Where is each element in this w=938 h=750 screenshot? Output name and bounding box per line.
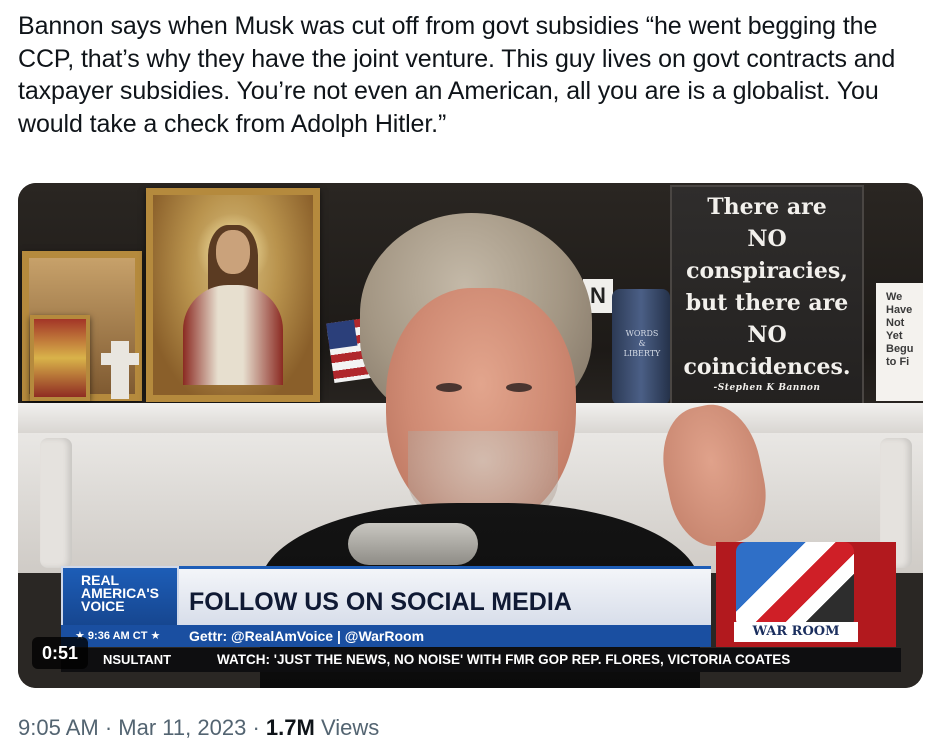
social-handles: Gettr: @RealAmVoice | @WarRoom [179,625,711,647]
painting-robe [183,285,283,385]
sign-line: coincidences. [683,354,851,380]
sign-line: NO [747,322,787,348]
sign-line: but there are [685,290,849,316]
tweet-metadata: 9:05 AM · Mar 11, 2023 · 1.7M Views [18,715,379,741]
mug-text: WORDS & LIBERTY [623,329,661,358]
views-label[interactable]: Views [321,715,379,740]
sign-line: conspiracies, [686,258,848,284]
network-logo-line: VOICE [81,598,125,614]
views-count[interactable]: 1.7M [266,715,315,740]
separator-dot: · [252,715,260,740]
video-duration-badge: 0:51 [32,637,89,669]
small-sign-line: Yet [886,330,903,342]
small-sign-line: Begu [886,343,914,355]
separator-dot: · [104,715,113,740]
video-player[interactable]: N WORDS & LIBERTY There are NO conspirac… [18,183,923,688]
eagle-flag-icon [736,542,854,624]
small-sign: We Have Not Yet Begu to Fi [876,283,923,401]
mug: WORDS & LIBERTY [612,289,670,405]
sign-line: There are [707,194,827,220]
cross-ornament [101,341,139,399]
mantel-bracket [40,438,72,568]
small-sign-line: We [886,291,903,303]
star-icon: ★ [147,630,161,642]
small-sign-line: Have [886,304,913,316]
tweet-text: Bannon says when Musk was cut off from g… [18,12,896,138]
painting-face [216,230,250,274]
speaker-eye [506,383,532,392]
sign-line: NO [747,226,787,252]
war-room-logo: WAR ROOM [716,542,896,647]
framed-painting-jesus [146,188,320,402]
microphone [348,523,478,565]
war-room-text: WAR ROOM [734,622,858,642]
small-sign-line: to Fi [886,356,910,368]
speaker-eye [436,383,462,392]
sign-signature: -Stephen K Bannon [713,383,821,393]
quote-sign: There are NO conspiracies, but there are… [670,185,864,409]
tweet-time[interactable]: 9:05 AM [18,715,99,740]
small-sign-line: Not [886,317,905,329]
headline-banner: FOLLOW US ON SOCIAL MEDIA [179,566,711,625]
tweet-date[interactable]: Mar 11, 2023 [118,715,246,740]
clock-text: 9:36 AM CT [87,630,148,642]
news-ticker: WATCH: 'JUST THE NEWS, NO NOISE' WITH FM… [179,648,901,672]
framed-icon-small [30,315,90,401]
